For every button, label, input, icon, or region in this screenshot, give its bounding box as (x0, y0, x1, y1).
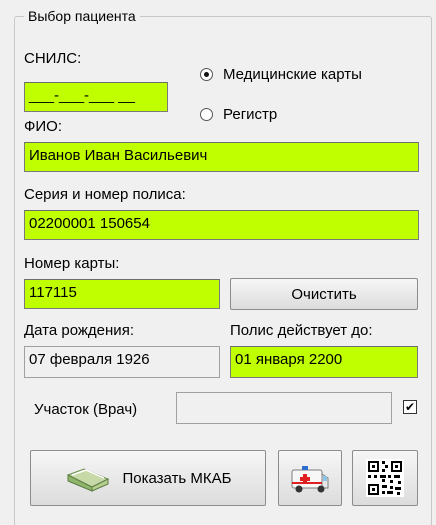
district-label: Участок (Врач) (34, 401, 138, 418)
district-field (176, 392, 392, 424)
radio-dot[interactable] (200, 108, 213, 121)
card-number-input[interactable]: 117115 (24, 279, 220, 309)
fio-label: ФИО: (24, 118, 63, 135)
group-title: Выбор пациента (24, 8, 140, 25)
radio-medical-cards[interactable]: Медицинские карты (200, 66, 362, 83)
qr-code-button[interactable] (352, 450, 418, 506)
clear-button[interactable]: Очистить (230, 278, 418, 310)
ambulance-icon (288, 460, 332, 496)
show-mkab-button[interactable]: Показать МКАБ (30, 450, 266, 506)
card-number-label: Номер карты: (24, 255, 120, 272)
policy-valid-label: Полис действует до: (230, 322, 373, 339)
policy-input[interactable]: 02200001 150654 (24, 210, 419, 240)
ambulance-button[interactable] (278, 450, 342, 506)
policy-valid-input[interactable]: 01 января 2200 (230, 346, 418, 378)
district-checkbox[interactable]: ✔ (403, 400, 417, 414)
policy-label: Серия и номер полиса: (24, 186, 186, 203)
radio-dot-selected[interactable] (200, 68, 213, 81)
fio-input[interactable]: Иванов Иван Васильевич (24, 142, 419, 172)
radio-medical-cards-label: Медицинские карты (223, 66, 362, 83)
radio-register-label: Регистр (223, 106, 278, 123)
snils-input[interactable]: ___-___-___ __ (24, 82, 168, 112)
book-icon (64, 463, 114, 493)
radio-register[interactable]: Регистр (200, 106, 277, 123)
show-mkab-label: Показать МКАБ (122, 469, 232, 487)
qr-code-icon (366, 459, 404, 497)
birth-date-field: 07 февраля 1926 (24, 346, 220, 378)
birth-date-label: Дата рождения: (24, 322, 134, 339)
snils-label: СНИЛС: (24, 50, 82, 67)
